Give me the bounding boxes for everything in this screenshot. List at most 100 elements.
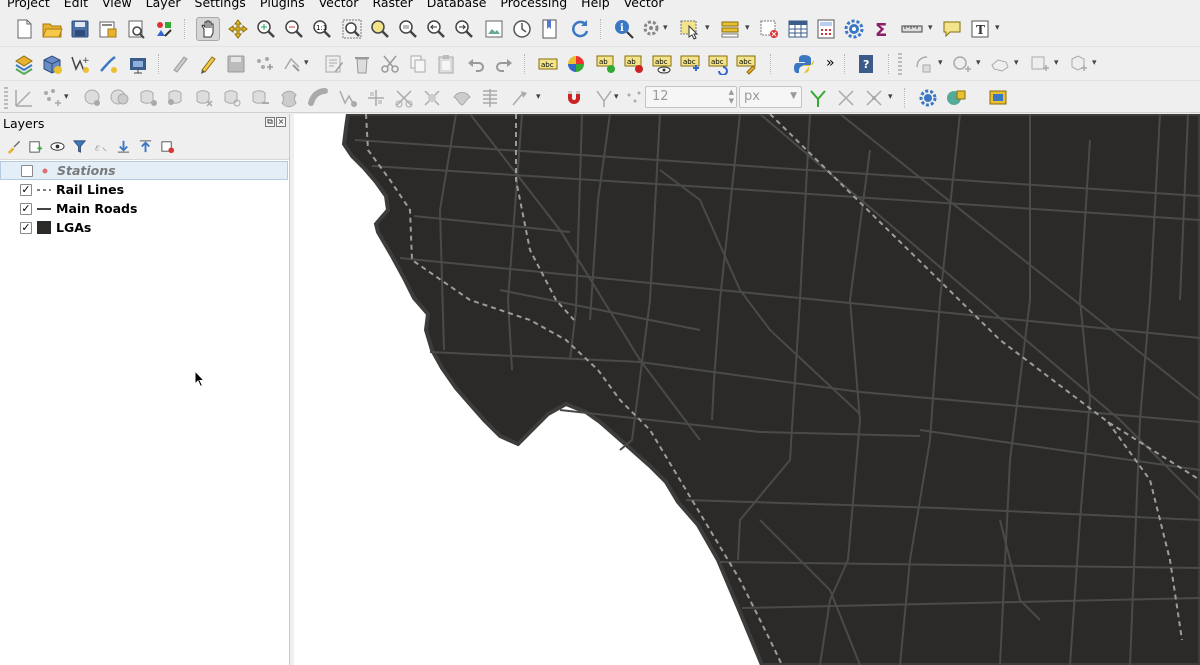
zoom-in-icon[interactable]	[254, 17, 278, 41]
layer-visibility-checkbox[interactable]: ✓	[20, 202, 32, 215]
open-project-icon[interactable]	[40, 17, 64, 41]
merge-attributes-icon[interactable]	[450, 86, 474, 110]
temporal-controller-icon[interactable]	[510, 17, 534, 41]
text-annotation-icon[interactable]: T	[968, 17, 992, 41]
change-label-icon[interactable]: abc	[734, 52, 758, 76]
layer-row-main-roads[interactable]: ✓ Main Roads	[0, 199, 289, 218]
menu-vector[interactable]: Vector	[319, 0, 367, 10]
refresh-icon[interactable]	[568, 17, 592, 41]
offset-curve-icon[interactable]	[1028, 52, 1052, 76]
add-point-feature-icon[interactable]	[252, 52, 276, 76]
zoom-native-icon[interactable]: 1:1	[310, 17, 334, 41]
menu-view[interactable]: View	[102, 0, 140, 10]
snapping-vertex-icon[interactable]	[622, 86, 646, 110]
menu-layer[interactable]: Layer	[146, 0, 189, 10]
menu-help[interactable]: Help	[581, 0, 618, 10]
remove-layer-icon[interactable]	[158, 137, 176, 155]
delete-ring-icon[interactable]	[192, 86, 216, 110]
simplify-feature-icon[interactable]	[336, 86, 360, 110]
label-tool-icon[interactable]: abc	[536, 52, 560, 76]
split-features-tool-icon[interactable]	[392, 86, 416, 110]
pin-labels-icon[interactable]: ab	[594, 52, 618, 76]
zoom-last-icon[interactable]	[424, 17, 448, 41]
vertex-tool-icon[interactable]	[280, 52, 304, 76]
expand-all-icon[interactable]	[114, 137, 132, 155]
collapse-all-icon[interactable]	[136, 137, 154, 155]
show-hide-labels-icon[interactable]: abc	[650, 52, 674, 76]
map-tips-icon[interactable]	[940, 17, 964, 41]
copy-features-icon[interactable]	[406, 52, 430, 76]
spin-arrows-icon[interactable]: ▲ ▼	[729, 88, 734, 106]
style-manager-icon[interactable]	[152, 17, 176, 41]
filter-legend-icon[interactable]	[70, 137, 88, 155]
save-project-icon[interactable]	[68, 17, 92, 41]
paste-features-icon[interactable]	[434, 52, 458, 76]
zoom-out-icon[interactable]	[282, 17, 306, 41]
layer-row-stations[interactable]: Stations	[0, 161, 288, 180]
deselect-features-icon[interactable]	[757, 17, 781, 41]
advanced-digitizing-icon[interactable]	[12, 86, 36, 110]
move-label-icon[interactable]: abc	[678, 52, 702, 76]
split-features-icon[interactable]	[1066, 52, 1090, 76]
menu-raster[interactable]: Raster	[372, 0, 420, 10]
bookmarks-icon[interactable]	[538, 17, 562, 41]
float-panel-icon[interactable]: ⧉	[265, 117, 275, 127]
new-geopackage-icon[interactable]	[40, 52, 64, 76]
save-as-icon[interactable]	[96, 17, 120, 41]
field-calculator-icon[interactable]	[814, 17, 838, 41]
menu-plugins[interactable]: Plugins	[260, 0, 313, 10]
fill-ring-icon[interactable]	[248, 86, 272, 110]
new-project-icon[interactable]	[12, 17, 36, 41]
diagram-properties-icon[interactable]	[564, 52, 588, 76]
select-features-icon[interactable]	[678, 17, 702, 41]
layer-visibility-checkbox[interactable]: ✓	[20, 221, 32, 234]
print-layout-icon[interactable]	[124, 17, 148, 41]
shape-digitize-rectangle-icon[interactable]	[136, 86, 160, 110]
new-shapefile-icon[interactable]: +	[68, 52, 92, 76]
measure-line-icon[interactable]	[900, 17, 924, 41]
delete-selected-icon[interactable]	[350, 52, 374, 76]
new-map-view-icon[interactable]	[482, 17, 506, 41]
cut-features-icon[interactable]	[378, 52, 402, 76]
zoom-to-selection-icon[interactable]	[368, 17, 392, 41]
shape-digitize-polygon-icon[interactable]	[164, 86, 188, 110]
add-group-icon[interactable]	[26, 137, 44, 155]
snap-intersection-icon[interactable]	[862, 86, 886, 110]
attribute-table-icon[interactable]	[786, 17, 810, 41]
processing-toolbox-icon[interactable]	[842, 17, 866, 41]
run-action-icon[interactable]	[640, 17, 664, 41]
current-edits-icon[interactable]	[168, 52, 192, 76]
menu-project[interactable]: Project	[7, 0, 58, 10]
snapping-icon[interactable]	[562, 86, 586, 110]
topological-editing-icon[interactable]	[592, 86, 616, 110]
identify-features-icon[interactable]: i	[612, 17, 636, 41]
gps-toolbar-icon[interactable]	[986, 86, 1010, 110]
merge-features-icon[interactable]	[420, 86, 444, 110]
offset-curve-tool-icon[interactable]	[306, 86, 330, 110]
save-edits-icon[interactable]	[224, 52, 248, 76]
symbol-size-spinbox[interactable]: 12 ▲ ▼	[645, 86, 737, 108]
add-ring-icon[interactable]	[912, 52, 936, 76]
reshape-features-icon[interactable]	[278, 86, 302, 110]
style-layer-icon[interactable]	[4, 137, 22, 155]
menu-processing[interactable]: Processing	[500, 0, 575, 10]
statistical-summary-icon[interactable]: Σ	[870, 17, 894, 41]
close-panel-icon[interactable]: ×	[276, 117, 286, 127]
highlight-labels-icon[interactable]: ab	[622, 52, 646, 76]
simplify-icon[interactable]	[950, 52, 974, 76]
select-by-value-icon[interactable]	[718, 17, 742, 41]
digitize-icon[interactable]	[96, 52, 120, 76]
layer-row-rail-lines[interactable]: ✓ Rail Lines	[0, 180, 289, 199]
layer-visibility-checkbox[interactable]	[21, 164, 33, 177]
reshape-icon[interactable]	[988, 52, 1012, 76]
vertex-editor-icon[interactable]	[916, 86, 940, 110]
layer-visibility-checkbox[interactable]: ✓	[20, 183, 32, 196]
shape-digitize-ellipse-icon[interactable]	[108, 86, 132, 110]
pan-to-selection-icon[interactable]	[226, 17, 250, 41]
rotate-label-icon[interactable]: abc	[706, 52, 730, 76]
modify-attributes-icon[interactable]	[322, 52, 346, 76]
zoom-to-layer-icon[interactable]	[396, 17, 420, 41]
rotate-point-symbols-icon[interactable]	[478, 86, 502, 110]
symbol-unit-select[interactable]: px ▼	[739, 86, 802, 108]
menu-edit[interactable]: Edit	[64, 0, 96, 10]
